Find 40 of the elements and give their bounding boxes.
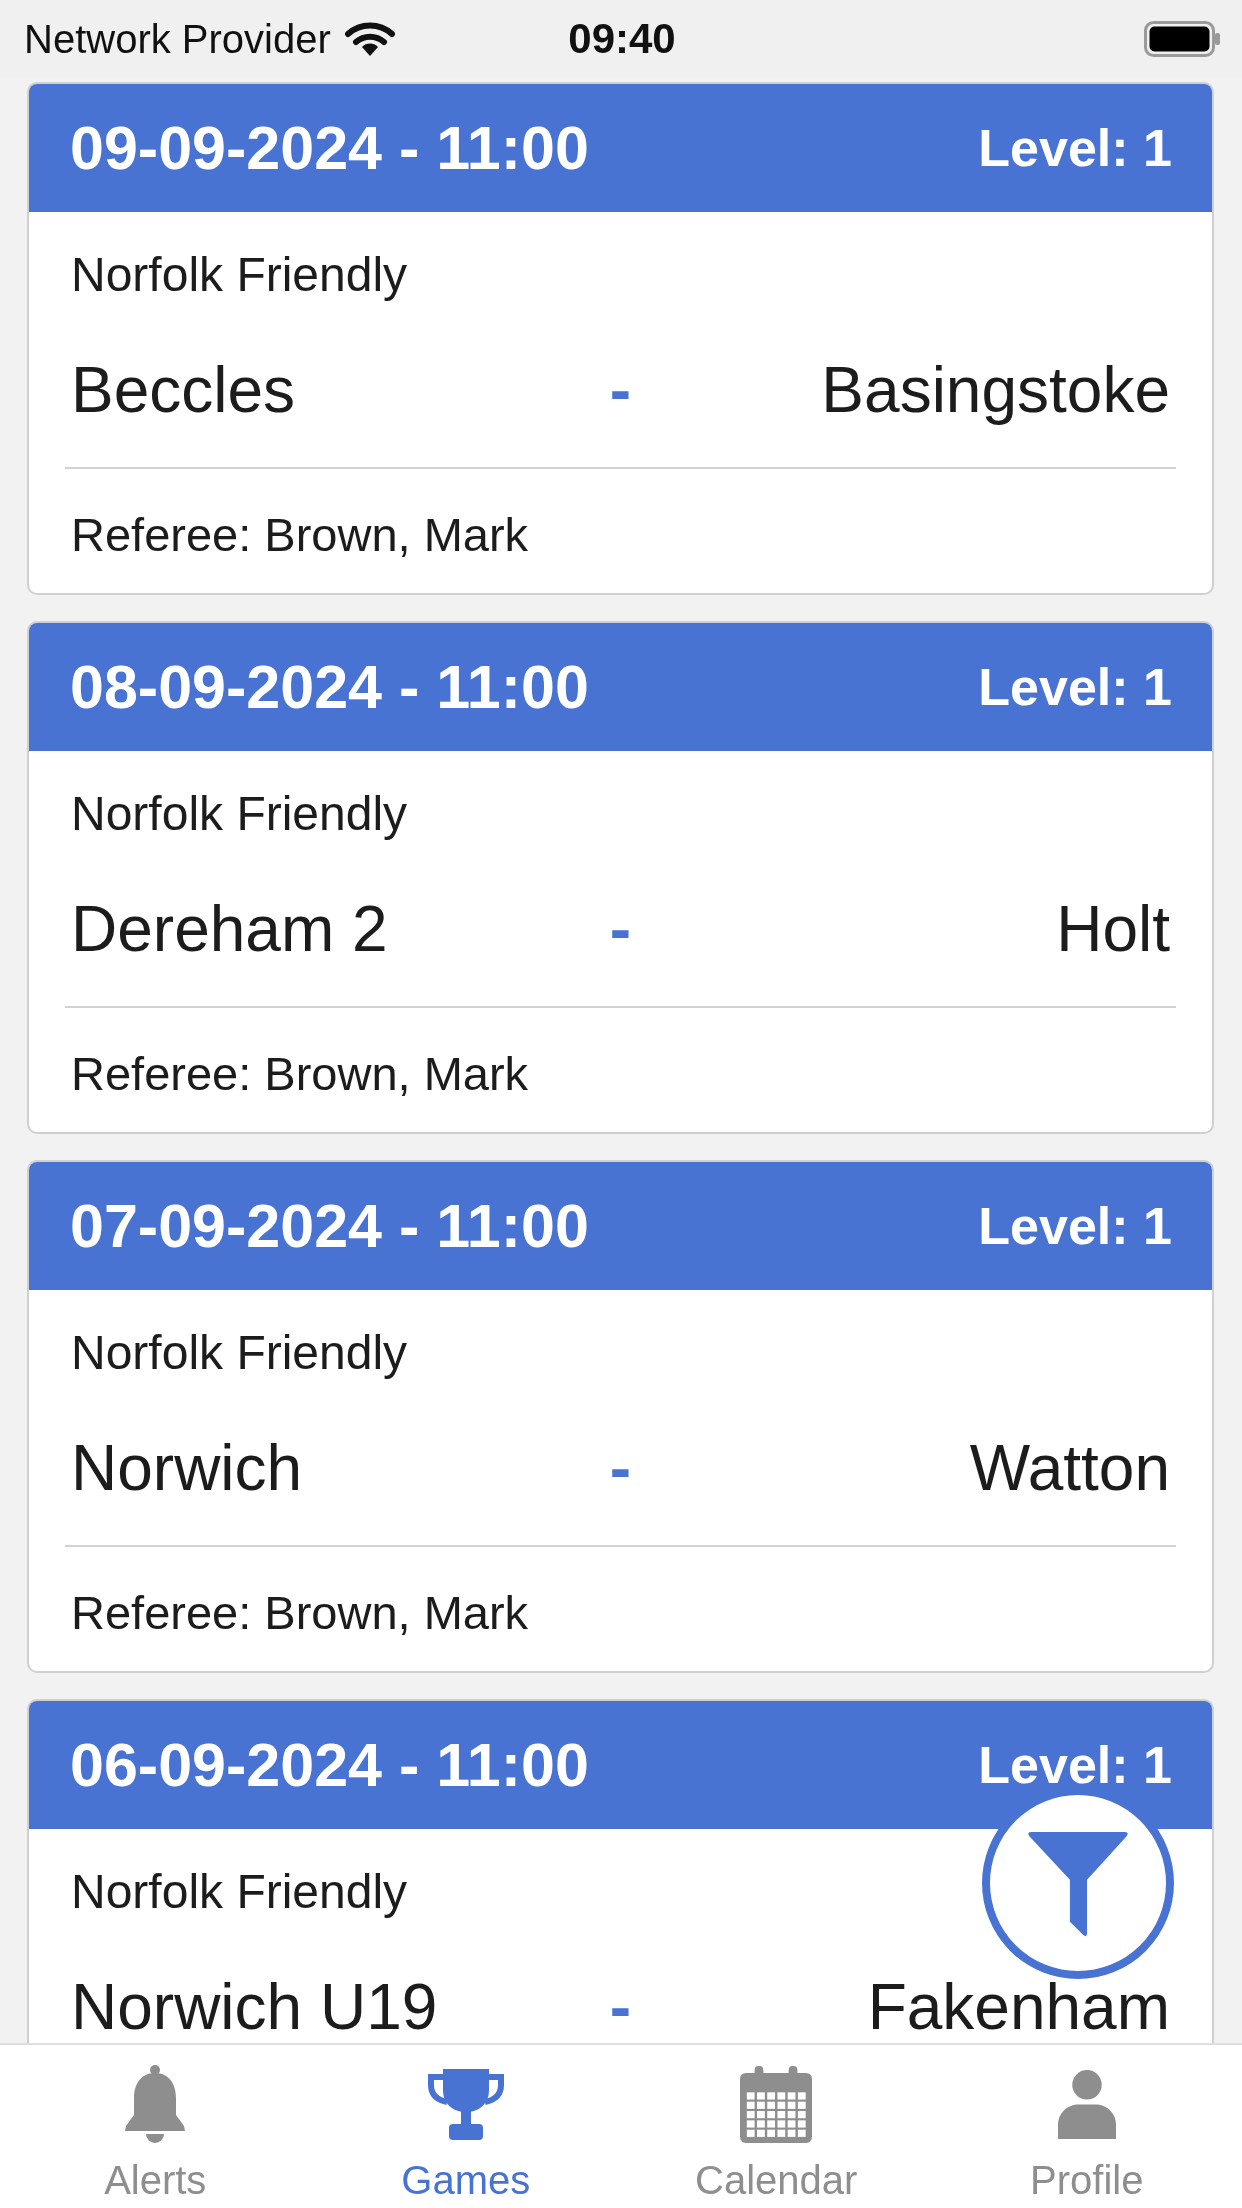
team-separator: - [609, 358, 632, 422]
home-team: Norwich [71, 1436, 303, 1500]
game-card[interactable]: 08-09-2024 - 11:00 Level: 1 Norfolk Friendly Dereham 2 - Holt Referee: Brown, Mark [27, 621, 1214, 1134]
carrier-name: Network Provider [24, 16, 331, 62]
status-time: 09:40 [568, 15, 676, 63]
team-separator: - [609, 1975, 632, 2039]
competition-name: Norfolk Friendly [71, 1325, 408, 1381]
wifi-icon [344, 22, 395, 56]
match-datetime: 06-09-2024 - 11:00 [70, 1730, 589, 1800]
game-card[interactable]: 09-09-2024 - 11:00 Level: 1 Norfolk Friendly Beccles - Basingstoke Referee: Brown, Mark [27, 82, 1214, 595]
person-icon [1057, 2069, 1116, 2139]
team-separator: - [609, 1436, 632, 1500]
match-datetime: 07-09-2024 - 11:00 [70, 1191, 589, 1261]
trophy-icon [427, 2068, 504, 2140]
level-label: Level: 1 [978, 1204, 1172, 1248]
bell-icon [125, 2065, 186, 2143]
home-team: Dereham 2 [71, 897, 388, 961]
away-team: Fakenham [867, 1975, 1170, 2039]
calendar-icon [740, 2065, 813, 2143]
home-team: Beccles [71, 358, 296, 422]
referee-name: Referee: Brown, Mark [71, 507, 529, 563]
level-label: Level: 1 [978, 1743, 1172, 1787]
match-datetime: 08-09-2024 - 11:00 [70, 652, 589, 722]
away-team: Holt [1056, 897, 1170, 961]
game-card[interactable]: 06-09-2024 - 11:00 Level: 1 Norfolk Friendly Norwich U19 - Fakenham [27, 1699, 1214, 2043]
referee-name: Referee: Brown, Mark [71, 1046, 529, 1102]
referee-name: Referee: Brown, Mark [71, 1585, 529, 1641]
tab-button[interactable]: Games [310, 2045, 621, 2208]
level-label: Level: 1 [978, 665, 1172, 709]
home-team: Norwich U19 [71, 1975, 438, 2039]
competition-name: Norfolk Friendly [71, 247, 408, 303]
filter-icon [1026, 1832, 1130, 1938]
away-team: Watton [969, 1436, 1170, 1500]
competition-name: Norfolk Friendly [71, 786, 408, 842]
game-card[interactable]: 07-09-2024 - 11:00 Level: 1 Norfolk Friendly Norwich - Watton Referee: Brown, Mark [27, 1160, 1214, 1673]
battery-icon [1144, 21, 1220, 57]
level-label: Level: 1 [978, 126, 1172, 170]
match-datetime: 09-09-2024 - 11:00 [70, 113, 589, 183]
team-separator: - [609, 897, 632, 961]
competition-name: Norfolk Friendly [71, 1864, 408, 1920]
